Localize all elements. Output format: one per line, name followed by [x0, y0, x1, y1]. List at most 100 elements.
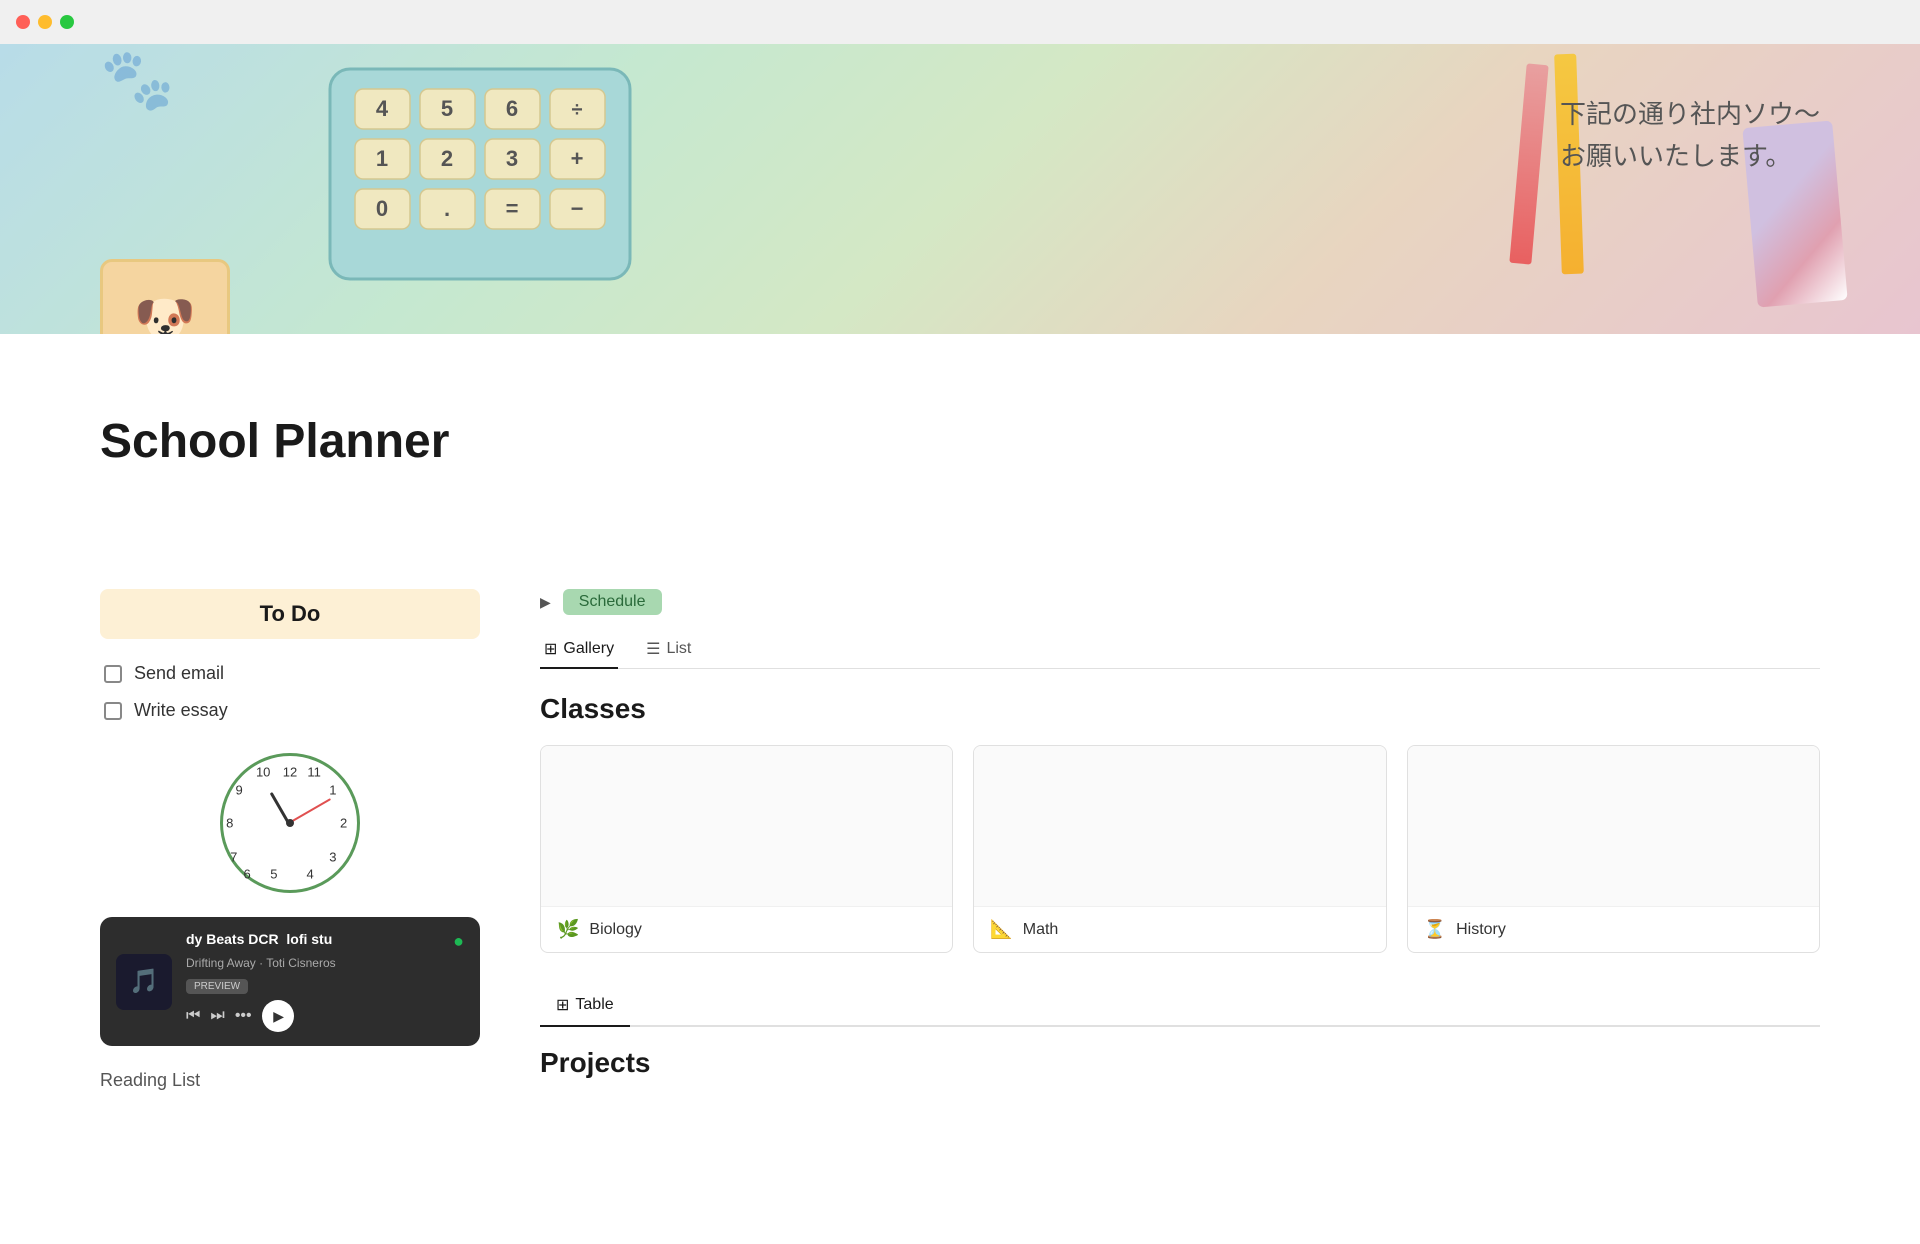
todo-label-2: Write essay	[134, 700, 228, 721]
tab-gallery-label: Gallery	[563, 640, 614, 658]
clock-2: 2	[340, 816, 347, 831]
schedule-row: ▶ Schedule	[540, 589, 1820, 615]
clock-3: 3	[329, 849, 336, 864]
history-card-body	[1408, 746, 1819, 906]
hero-banner: 4 5 6 ÷ 1 2 3 + 0 . =	[0, 44, 1920, 334]
preview-badge: PREVIEW	[186, 979, 248, 994]
math-card[interactable]: 📐 Math	[973, 745, 1386, 953]
calculator-svg: 4 5 6 ÷ 1 2 3 + 0 . =	[300, 59, 700, 299]
music-thumbnail-emoji: 🎵	[129, 967, 159, 996]
tab-table-label: Table	[575, 996, 613, 1014]
view-tabs: ⊞ Gallery ☰ List	[540, 631, 1820, 669]
svg-text:6: 6	[506, 96, 518, 121]
todo-label-1: Send email	[134, 663, 224, 684]
clock-face: 12 1 2 3 4 5 6 7 8 9 10 11	[223, 756, 357, 890]
music-info: dy Beats DCR lofi stu ● Drifting Away · …	[186, 931, 464, 1032]
tab-list[interactable]: ☰ List	[642, 631, 695, 669]
table-icon: ⊞	[556, 995, 569, 1015]
minimize-button[interactable]	[38, 15, 52, 29]
music-player: 🎵 dy Beats DCR lofi stu ● Drifting Away …	[100, 917, 480, 1046]
analog-clock: 12 1 2 3 4 5 6 7 8 9 10 11	[220, 753, 360, 893]
clock-container: 12 1 2 3 4 5 6 7 8 9 10 11	[100, 753, 480, 893]
content-area: To Do Send email Write essay 12 1	[0, 509, 1920, 1131]
svg-text:0: 0	[376, 196, 388, 221]
music-subtitle: Drifting Away · Toti Cisneros	[186, 956, 464, 970]
todo-checkbox-2[interactable]	[104, 702, 122, 720]
svg-text:2: 2	[441, 146, 453, 171]
todo-checkbox-1[interactable]	[104, 665, 122, 683]
todo-section: To Do Send email Write essay	[100, 589, 480, 729]
clock-9: 9	[235, 782, 242, 797]
svg-text:3: 3	[506, 146, 518, 171]
clock-1: 1	[329, 782, 336, 797]
left-sidebar: To Do Send email Write essay 12 1	[100, 589, 480, 1091]
svg-text:1: 1	[376, 146, 388, 171]
math-card-footer: 📐 Math	[974, 906, 1385, 952]
biology-card[interactable]: 🌿 Biology	[540, 745, 953, 953]
clock-10: 10	[256, 765, 270, 780]
avatar: 🐶 📋	[100, 259, 230, 334]
clock-6: 6	[243, 866, 250, 881]
biology-card-footer: 🌿 Biology	[541, 906, 952, 952]
biology-icon: 🌿	[557, 919, 579, 940]
titlebar	[0, 0, 1920, 44]
math-card-body	[974, 746, 1385, 906]
biology-card-body	[541, 746, 952, 906]
clock-center	[286, 819, 294, 827]
main-content: ▶ Schedule ⊞ Gallery ☰ List Classes	[540, 589, 1820, 1091]
classes-title: Classes	[540, 693, 1820, 725]
schedule-toggle[interactable]: ▶	[540, 594, 551, 611]
reading-list-label: Reading List	[100, 1070, 480, 1091]
rewind-button[interactable]: ⏮	[186, 1007, 200, 1025]
svg-text:4: 4	[376, 96, 389, 121]
history-card[interactable]: ⏳ History	[1407, 745, 1820, 953]
maximize-button[interactable]	[60, 15, 74, 29]
clock-4: 4	[306, 866, 313, 881]
list-icon: ☰	[646, 639, 660, 659]
schedule-badge[interactable]: Schedule	[563, 589, 662, 615]
history-name: History	[1456, 921, 1506, 939]
svg-text:−: −	[571, 196, 584, 221]
close-button[interactable]	[16, 15, 30, 29]
more-button[interactable]: •••	[235, 1007, 252, 1025]
tab-list-label: List	[666, 640, 691, 658]
spotify-icon: ●	[453, 931, 464, 952]
classes-section: Classes 🌿 Biology 📐	[540, 693, 1820, 953]
todo-header: To Do	[100, 589, 480, 639]
music-controls: ⏮ ⏭ ••• ▶	[186, 1000, 464, 1032]
todo-item-1: Send email	[100, 655, 480, 692]
clock-7: 7	[230, 849, 237, 864]
tab-gallery[interactable]: ⊞ Gallery	[540, 631, 618, 669]
biology-name: Biology	[589, 921, 641, 939]
table-tabs: ⊞ Table	[540, 985, 1820, 1027]
pencil-red	[1509, 63, 1548, 264]
clock-5: 5	[270, 866, 277, 881]
clock-11: 11	[307, 765, 321, 780]
svg-text:+: +	[571, 146, 584, 171]
projects-title: Projects	[540, 1047, 1820, 1079]
math-name: Math	[1023, 921, 1059, 939]
svg-text:5: 5	[441, 96, 453, 121]
music-thumbnail: 🎵	[116, 954, 172, 1010]
svg-text:.: .	[444, 196, 450, 221]
tab-table[interactable]: ⊞ Table	[540, 985, 630, 1027]
clock-12: 12	[283, 765, 297, 780]
classes-grid: 🌿 Biology 📐 Math	[540, 745, 1820, 953]
music-title-row: dy Beats DCR lofi stu ●	[186, 931, 464, 952]
svg-text:÷: ÷	[572, 99, 583, 121]
svg-text:=: =	[506, 196, 519, 221]
music-title: dy Beats DCR lofi stu	[186, 931, 332, 947]
history-icon: ⏳	[1424, 919, 1446, 940]
todo-item-2: Write essay	[100, 692, 480, 729]
page-title: School Planner	[0, 414, 1920, 469]
page: 4 5 6 ÷ 1 2 3 + 0 . =	[0, 44, 1920, 1131]
banner-text: 下記の通り社内ソウ〜 お願いいたします。	[1560, 94, 1820, 177]
math-icon: 📐	[990, 919, 1012, 940]
back-button[interactable]: ⏭	[210, 1007, 224, 1025]
gallery-icon: ⊞	[544, 639, 557, 659]
clock-8: 8	[226, 816, 233, 831]
play-icon: ▶	[273, 1008, 284, 1025]
play-button[interactable]: ▶	[262, 1000, 294, 1032]
minute-hand	[289, 798, 332, 824]
avatar-emoji: 🐶	[134, 290, 196, 335]
